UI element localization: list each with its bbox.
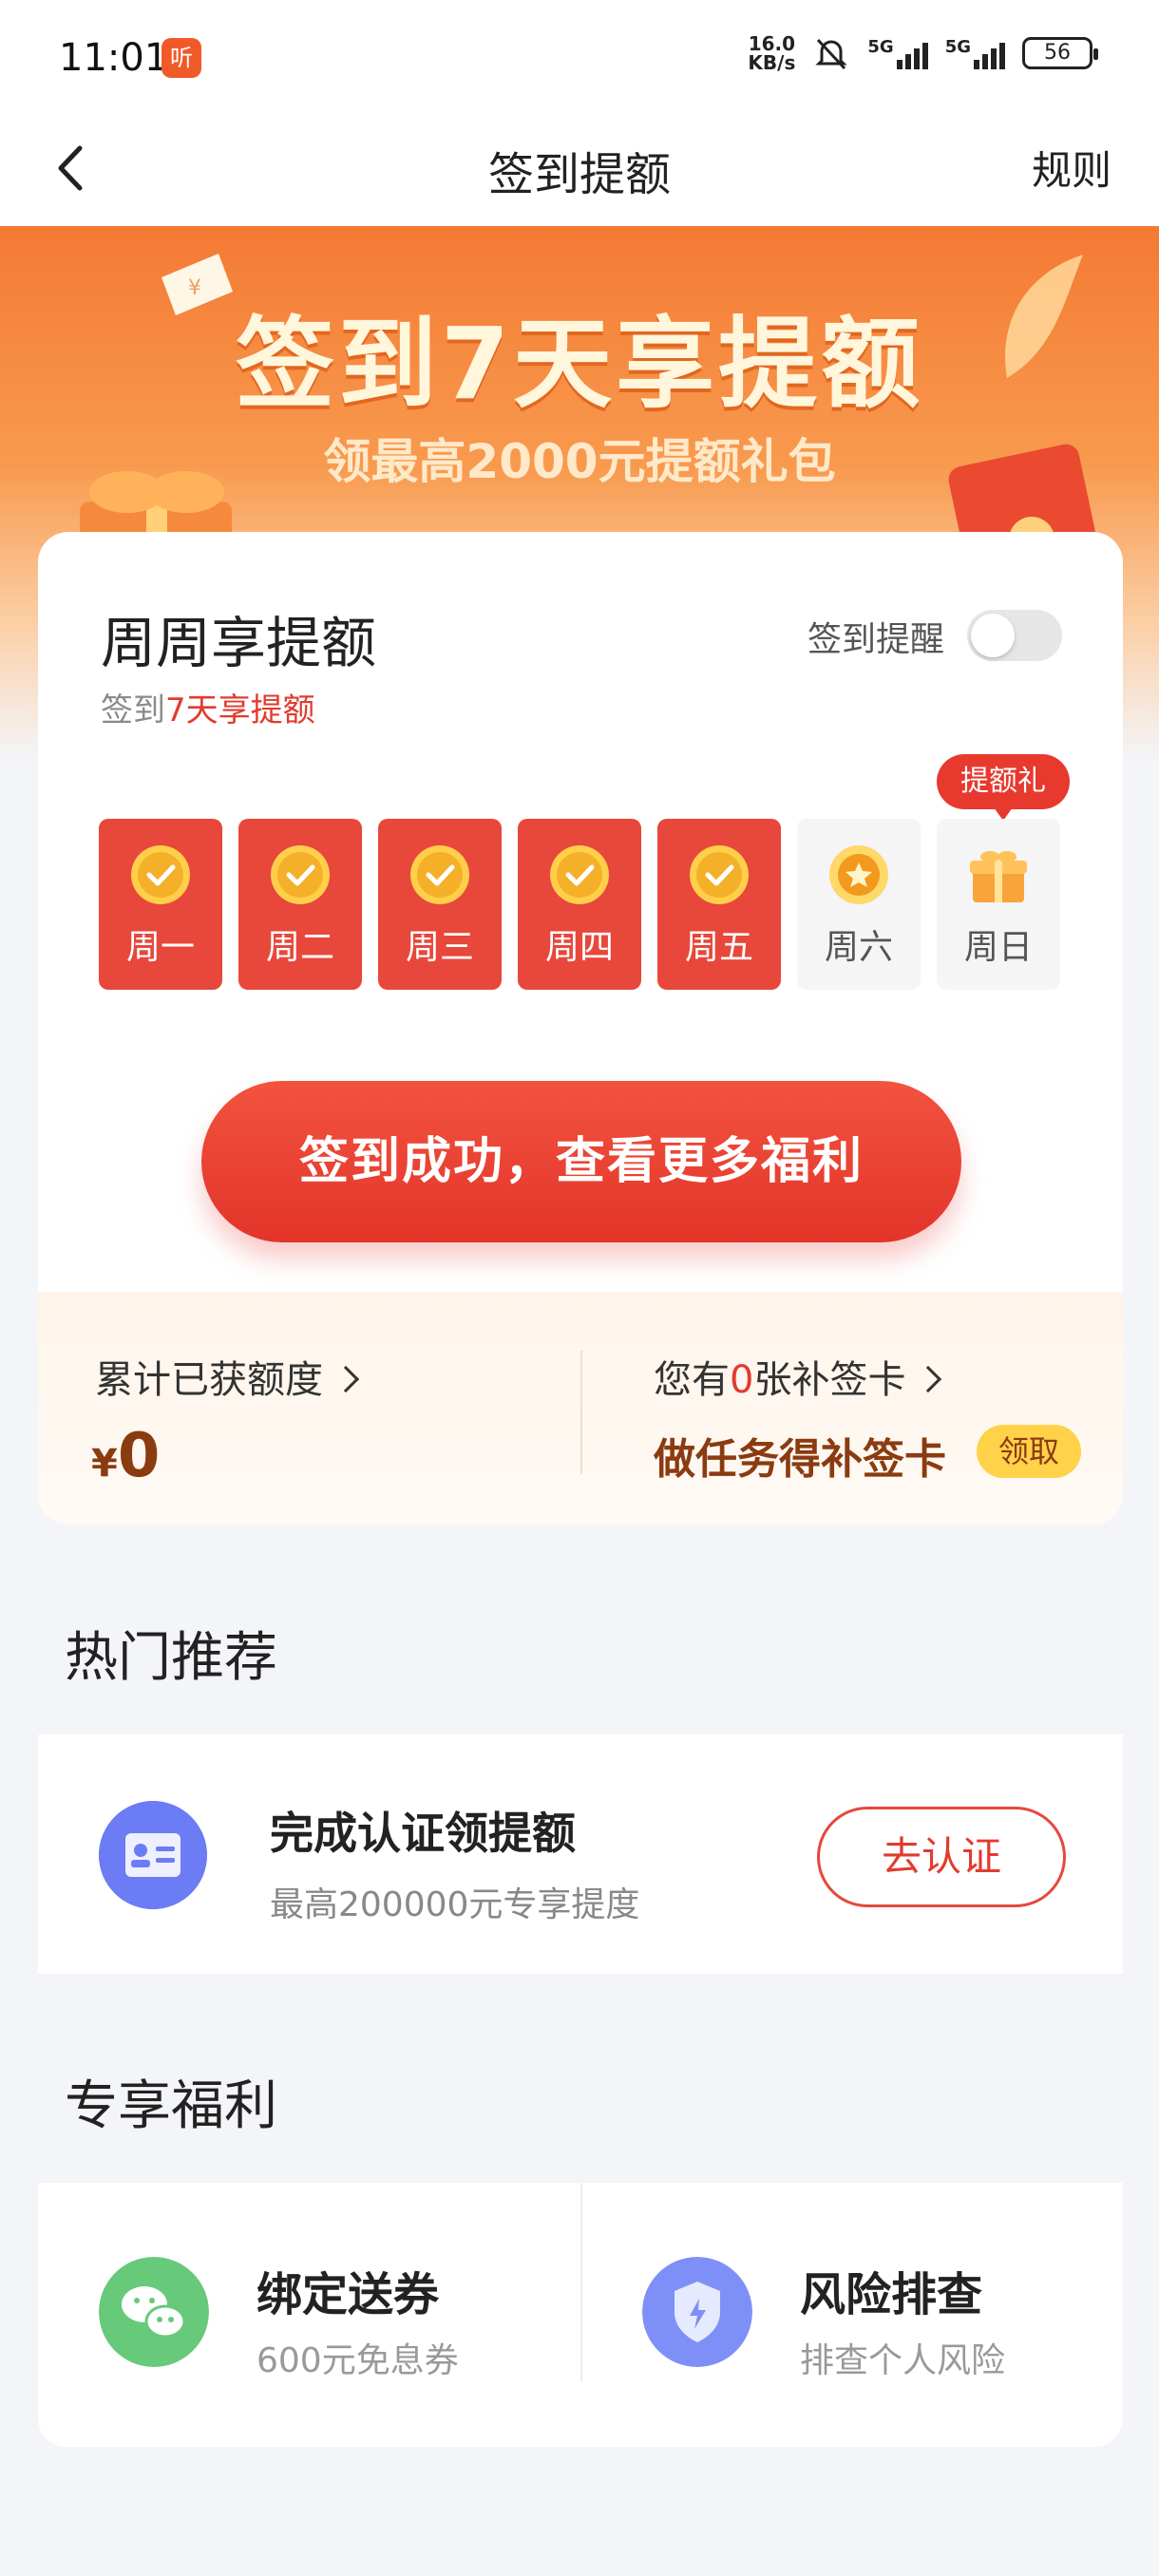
toggle-knob bbox=[971, 614, 1015, 657]
network-speed-unit: KB/s bbox=[748, 51, 796, 74]
week-days: 周一 周二 周三 周四 周五 周六 周日 bbox=[99, 819, 1060, 990]
cards-suffix: 张补签卡 bbox=[753, 1358, 906, 1402]
banner-title: 签到7天享提额 bbox=[235, 306, 924, 422]
status-time: 11:01 bbox=[59, 36, 169, 80]
makeup-card-link[interactable]: 您有0张补签卡 bbox=[654, 1349, 942, 1404]
checkin-subtitle-highlight: 7天享提额 bbox=[165, 691, 315, 729]
bell-muted-icon bbox=[815, 38, 847, 70]
day-label: 周五 bbox=[684, 928, 753, 967]
gift-tag-badge: 提额礼 bbox=[937, 754, 1070, 821]
day-label: 周日 bbox=[963, 928, 1033, 967]
accumulated-label: 累计已获额度 bbox=[95, 1358, 323, 1402]
cards-count: 0 bbox=[730, 1358, 754, 1402]
nav-bar: 签到提额 规则 bbox=[0, 114, 1159, 226]
check-coin-icon bbox=[410, 845, 469, 904]
remind-toggle[interactable] bbox=[967, 610, 1062, 661]
accumulated-link[interactable]: 累计已获额度 bbox=[95, 1349, 360, 1404]
checkin-summary: 累计已获额度 ¥0 您有0张补签卡 做任务得补签卡 领取 bbox=[38, 1292, 1123, 1525]
day-wednesday: 周三 bbox=[378, 819, 502, 990]
check-coin-icon bbox=[131, 845, 190, 904]
network-speed-value: 16.0 bbox=[748, 32, 796, 55]
benefit-title: 风险排查 bbox=[800, 2268, 983, 2321]
id-card-icon bbox=[99, 1801, 207, 1909]
summary-divider bbox=[580, 1351, 582, 1474]
accumulated-amount: 0 bbox=[117, 1421, 161, 1491]
check-coin-icon bbox=[550, 845, 609, 904]
day-monday: 周一 bbox=[99, 819, 222, 990]
day-friday: 周五 bbox=[657, 819, 781, 990]
check-coin-icon bbox=[690, 845, 749, 904]
benefit-bind-coupon[interactable]: 绑定送券 600元免息券 bbox=[38, 2183, 580, 2447]
currency-symbol: ¥ bbox=[91, 1442, 118, 1486]
verify-subtitle: 最高200000元专享提度 bbox=[270, 1885, 640, 1924]
claim-button[interactable]: 领取 bbox=[977, 1425, 1081, 1478]
network-speed: 16.0 KB/s bbox=[748, 34, 795, 72]
battery-icon: 56 bbox=[1022, 37, 1098, 69]
chevron-right-icon bbox=[332, 1365, 360, 1393]
checkin-subtitle-prefix: 签到 bbox=[101, 691, 165, 729]
day-tuesday: 周二 bbox=[238, 819, 362, 990]
benefits-section-title: 专享福利 bbox=[65, 2075, 277, 2137]
sim1-label: 5G bbox=[867, 37, 894, 57]
rules-link[interactable]: 规则 bbox=[1032, 139, 1112, 197]
signal-1-icon: 5G bbox=[867, 37, 928, 69]
day-label: 周六 bbox=[824, 928, 893, 967]
checkin-card: 周周享提额 签到7天享提额 签到提醒 提额礼 周一 周二 周三 周四 周五 周六 bbox=[38, 532, 1123, 1525]
day-saturday: 周六 bbox=[797, 819, 921, 990]
benefit-title: 绑定送券 bbox=[256, 2268, 440, 2321]
verify-title: 完成认证领提额 bbox=[270, 1808, 576, 1859]
day-label: 周二 bbox=[265, 928, 334, 967]
signin-success-button[interactable]: 签到成功，查看更多福利 bbox=[201, 1081, 961, 1242]
status-indicators: 16.0 KB/s 5G 5G 56 bbox=[748, 34, 1098, 72]
sim2-label: 5G bbox=[944, 37, 971, 57]
accumulated-value: ¥0 bbox=[91, 1421, 160, 1491]
app-notification-icon: 听 bbox=[162, 38, 201, 78]
status-bar: 11:01 听 16.0 KB/s 5G 5G 56 bbox=[0, 0, 1159, 114]
star-coin-icon bbox=[829, 845, 888, 904]
checkin-subtitle: 签到7天享提额 bbox=[101, 684, 315, 730]
verify-card[interactable]: 完成认证领提额 最高200000元专享提度 去认证 bbox=[38, 1734, 1123, 1974]
check-coin-icon bbox=[271, 845, 330, 904]
gift-icon bbox=[970, 851, 1027, 902]
chevron-right-icon bbox=[915, 1365, 942, 1393]
page-title: 签到提额 bbox=[487, 148, 671, 201]
verify-button[interactable]: 去认证 bbox=[817, 1807, 1066, 1907]
day-label: 周一 bbox=[125, 928, 195, 967]
task-label: 做任务得补签卡 bbox=[654, 1435, 946, 1484]
cards-prefix: 您有 bbox=[654, 1358, 730, 1402]
wechat-icon bbox=[99, 2257, 209, 2367]
day-label: 周三 bbox=[405, 928, 474, 967]
benefits-card: 绑定送券 600元免息券 风险排查 排查个人风险 bbox=[38, 2183, 1123, 2447]
benefit-subtitle: 排查个人风险 bbox=[800, 2341, 1006, 2380]
hot-section-title: 热门推荐 bbox=[65, 1627, 277, 1689]
remind-label: 签到提醒 bbox=[807, 620, 944, 659]
day-label: 周四 bbox=[544, 928, 614, 967]
checkin-title: 周周享提额 bbox=[101, 611, 377, 675]
signal-2-icon: 5G bbox=[945, 37, 1005, 69]
day-sunday: 周日 bbox=[937, 819, 1060, 990]
day-thursday: 周四 bbox=[518, 819, 641, 990]
benefit-subtitle: 600元免息券 bbox=[256, 2341, 459, 2380]
benefit-risk-check[interactable]: 风险排查 排查个人风险 bbox=[581, 2183, 1123, 2447]
shield-icon bbox=[642, 2257, 752, 2367]
